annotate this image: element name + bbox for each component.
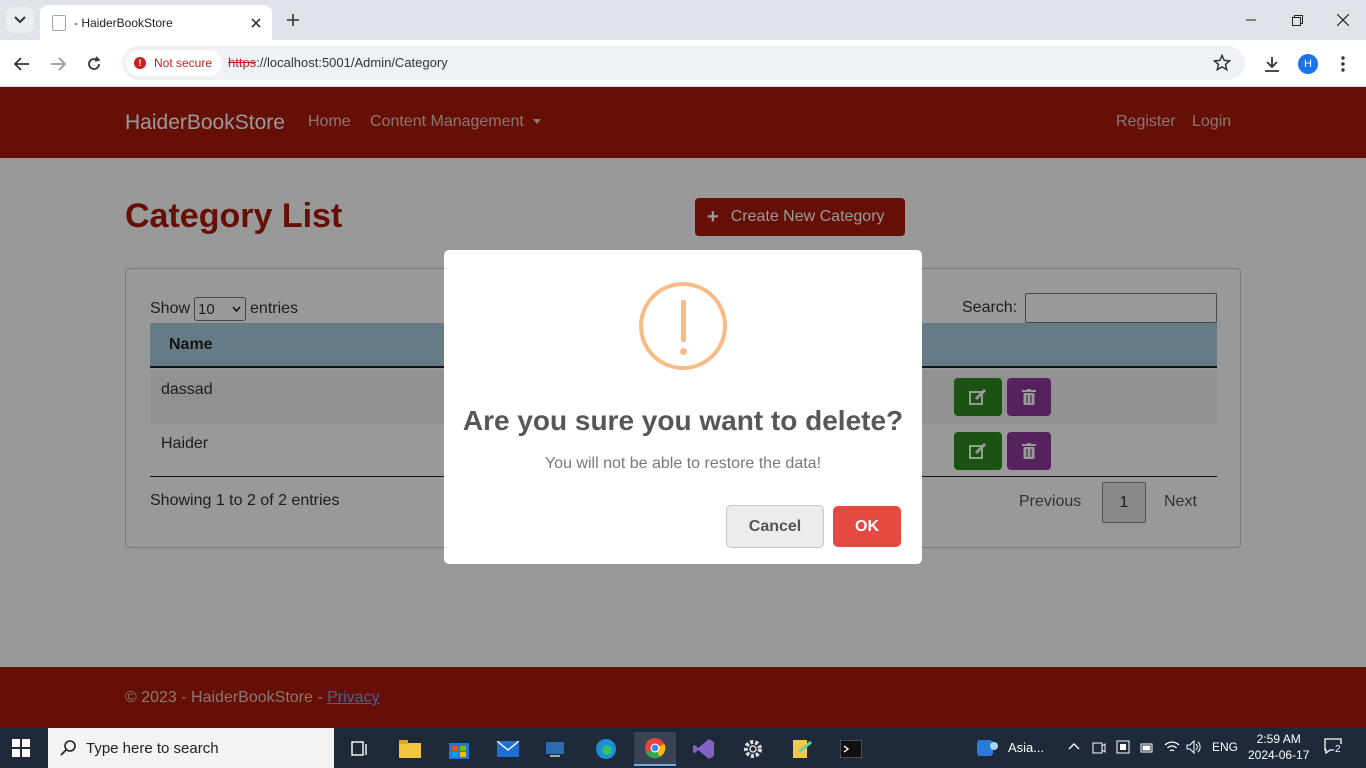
security-label: Not secure xyxy=(154,56,213,70)
close-icon xyxy=(251,17,261,28)
chevron-down-icon xyxy=(14,16,26,24)
warning-icon-dot xyxy=(680,348,687,355)
volume-icon[interactable] xyxy=(1186,740,1202,754)
clock-date: 2024-06-17 xyxy=(1248,748,1310,762)
windows-taskbar: Type here to search Asia... ENG 2:59 AM xyxy=(0,728,1366,768)
store-icon xyxy=(449,743,469,759)
language-indicator[interactable]: ENG xyxy=(1212,740,1238,754)
arrow-left-icon xyxy=(14,57,29,71)
reload-button[interactable] xyxy=(81,51,107,77)
file-explorer-app[interactable] xyxy=(389,732,431,766)
delete-confirm-dialog: Are you sure you want to delete? You wil… xyxy=(444,250,922,564)
restore-button[interactable] xyxy=(1285,8,1309,32)
downloads-button[interactable] xyxy=(1259,51,1285,77)
browser-toolbar: ! Not secure https://localhost:5001/Admi… xyxy=(0,40,1366,87)
warning-icon xyxy=(639,282,727,370)
more-vertical-icon xyxy=(1341,56,1345,72)
minimize-icon xyxy=(1246,19,1256,21)
device-icon[interactable] xyxy=(1116,740,1130,756)
search-icon xyxy=(60,740,76,756)
tab-search-button[interactable] xyxy=(6,7,34,33)
tab-title: - HaiderBookStore xyxy=(74,15,173,30)
star-icon xyxy=(1213,54,1231,72)
restore-icon xyxy=(1291,14,1303,26)
task-view-button[interactable] xyxy=(339,732,381,766)
remote-desktop-app[interactable] xyxy=(536,732,578,766)
plus-icon xyxy=(287,14,299,26)
wifi-icon[interactable] xyxy=(1164,740,1180,754)
notification-count: 2 xyxy=(1334,744,1342,755)
browser-tab-strip: - HaiderBookStore xyxy=(0,0,1366,40)
avatar: H xyxy=(1298,54,1318,74)
weather-icon[interactable] xyxy=(977,738,999,758)
cancel-button[interactable]: Cancel xyxy=(726,505,824,548)
taskbar-search-box[interactable]: Type here to search xyxy=(48,728,334,768)
folder-icon xyxy=(399,740,421,758)
dialog-message: You will not be able to restore the data… xyxy=(544,455,822,472)
task-view-icon xyxy=(351,741,367,756)
bookmark-button[interactable] xyxy=(1213,54,1231,72)
clock-time: 2:59 AM xyxy=(1256,732,1301,746)
reload-icon xyxy=(88,56,101,70)
back-button[interactable] xyxy=(9,51,35,77)
security-indicator[interactable]: ! Not secure xyxy=(126,50,222,76)
minimize-button[interactable] xyxy=(1239,8,1263,32)
close-window-button[interactable] xyxy=(1331,8,1355,32)
store-app[interactable] xyxy=(438,732,480,766)
browser-menu-button[interactable] xyxy=(1330,51,1356,77)
battery-icon[interactable] xyxy=(1140,742,1154,754)
url-path: ://localhost:5001/Admin/Category xyxy=(256,55,448,70)
chevron-up-icon[interactable] xyxy=(1068,742,1080,750)
warning-icon-bar xyxy=(681,300,686,342)
meet-icon[interactable] xyxy=(1092,740,1106,756)
tools-app[interactable] xyxy=(781,732,823,766)
edge-app[interactable] xyxy=(585,732,627,766)
chrome-app[interactable] xyxy=(634,732,676,766)
warning-icon: ! xyxy=(134,57,146,69)
dialog-title: Are you sure you want to delete? xyxy=(462,405,904,436)
url-scheme: https xyxy=(228,55,257,70)
visual-studio-app[interactable] xyxy=(683,732,725,766)
chrome-icon xyxy=(645,738,666,759)
tab-close-button[interactable] xyxy=(246,13,266,33)
profile-button[interactable]: H xyxy=(1295,51,1321,77)
download-icon xyxy=(1265,57,1279,72)
mail-app[interactable] xyxy=(487,732,529,766)
edge-icon xyxy=(596,739,616,759)
terminal-app[interactable] xyxy=(830,732,872,766)
forward-button[interactable] xyxy=(45,51,71,77)
browser-tab[interactable]: - HaiderBookStore xyxy=(40,5,272,40)
visual-studio-icon xyxy=(693,739,714,759)
weather-label[interactable]: Asia... xyxy=(1008,740,1044,755)
url-text: https://localhost:5001/Admin/Category xyxy=(228,55,448,70)
tools-icon xyxy=(793,740,812,758)
notification-center-button[interactable]: 2 xyxy=(1324,738,1348,758)
arrow-right-icon xyxy=(51,57,66,71)
close-icon xyxy=(1337,14,1349,26)
terminal-icon xyxy=(840,740,862,758)
clock[interactable]: 2:59 AM 2024-06-17 xyxy=(1248,731,1309,763)
settings-app[interactable] xyxy=(732,732,774,766)
address-bar[interactable]: ! Not secure https://localhost:5001/Admi… xyxy=(122,46,1245,80)
ok-button[interactable]: OK xyxy=(833,506,901,547)
monitor-icon xyxy=(546,742,564,757)
taskbar-search-placeholder: Type here to search xyxy=(86,739,219,757)
windows-start-icon[interactable] xyxy=(12,739,30,757)
page-icon xyxy=(52,14,66,31)
gear-icon xyxy=(744,740,762,758)
mail-icon xyxy=(497,741,519,757)
new-tab-button[interactable] xyxy=(282,9,304,31)
